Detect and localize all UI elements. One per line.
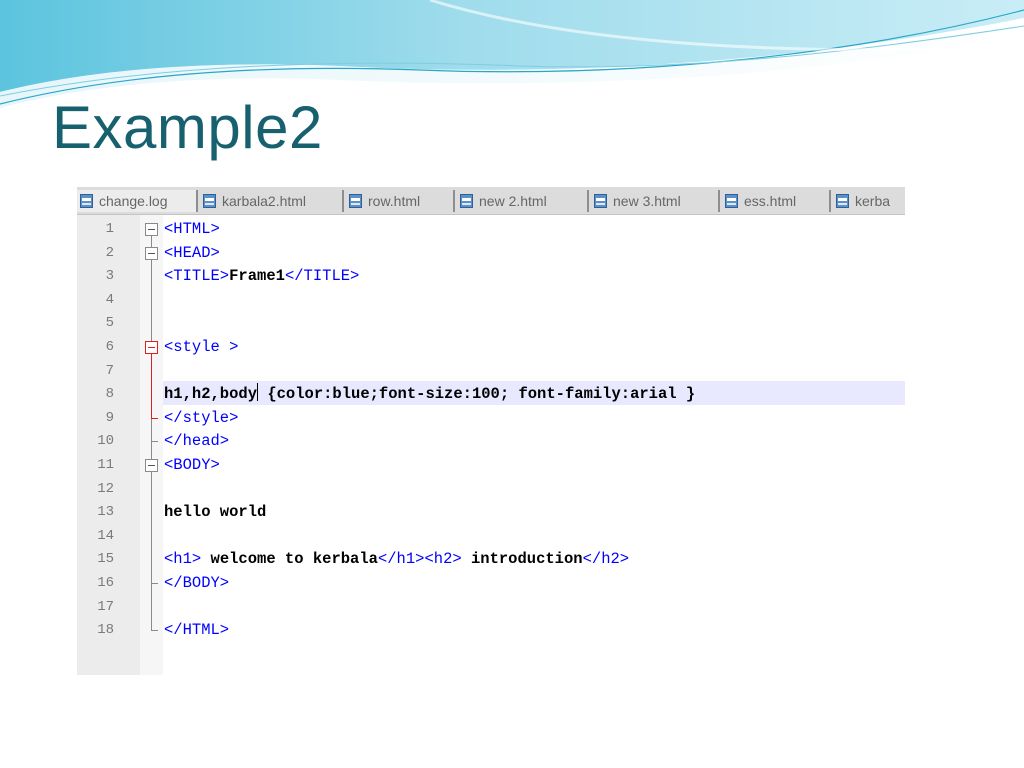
line-number: 7: [105, 362, 114, 379]
code-text: </style>: [164, 406, 238, 430]
code-text: <BODY>: [164, 453, 220, 477]
code-line[interactable]: 4: [77, 288, 905, 312]
file-icon: [460, 194, 473, 208]
tab-label: new 3.html: [613, 193, 681, 209]
line-number: 8: [105, 386, 114, 403]
code-line[interactable]: 7: [77, 359, 905, 383]
code-line[interactable]: 17: [77, 595, 905, 619]
editor-tab[interactable]: kerba: [833, 190, 905, 212]
code-token-tag: <h1>: [164, 550, 202, 569]
file-icon: [203, 194, 216, 208]
code-line[interactable]: 6 <style >: [77, 335, 905, 359]
code-line[interactable]: 12: [77, 477, 905, 501]
editor-tab[interactable]: ess.html: [722, 190, 831, 212]
tab-label: ess.html: [744, 193, 797, 209]
code-token-tag: <HEAD>: [164, 243, 220, 262]
line-number: 2: [105, 244, 114, 261]
file-icon: [80, 194, 93, 208]
line-number: 13: [97, 504, 114, 521]
code-token-text: introduction: [461, 550, 583, 569]
code-token-tag: <TITLE>: [164, 267, 230, 286]
code-token-tag: </BODY>: [164, 574, 230, 592]
file-icon: [594, 194, 607, 208]
code-text: <style >: [164, 335, 238, 359]
line-number: 15: [97, 551, 114, 568]
code-token-text: Frame1: [229, 267, 285, 286]
code-line[interactable]: 11 <BODY>: [77, 453, 905, 477]
code-text: <HTML>: [164, 217, 220, 241]
code-text: </HTML>: [164, 618, 229, 642]
code-editor: change.log karbala2.html row.html new 2.htm…: [77, 187, 905, 675]
code-text: <TITLE>Frame1</TITLE>: [164, 264, 359, 288]
editor-tab[interactable]: new 2.html: [457, 190, 589, 212]
tab-label: change.log: [99, 193, 168, 209]
code-line[interactable]: 18 </HTML>: [77, 618, 905, 642]
editor-tab[interactable]: change.log: [77, 190, 198, 212]
tab-label: row.html: [368, 193, 421, 209]
code-text: <HEAD>: [164, 241, 220, 265]
code-token-tag: </HTML>: [164, 621, 230, 640]
code-token-tag: </h1><h2>: [377, 550, 462, 569]
line-number: 12: [97, 480, 114, 497]
code-line[interactable]: 14: [77, 524, 905, 548]
code-line[interactable]: 8 h1,h2,body {color:blue;font-size:100; f…: [77, 382, 905, 406]
tab-label: karbala2.html: [222, 193, 307, 209]
line-number: 18: [97, 622, 114, 639]
editor-tab[interactable]: row.html: [346, 190, 455, 212]
code-token-tag: </head>: [164, 432, 230, 451]
tab-label: kerba: [855, 193, 891, 209]
code-token-tag: </style>: [164, 408, 239, 427]
line-number: 17: [97, 598, 114, 615]
code-line[interactable]: 3 <TITLE>Frame1</TITLE>: [77, 264, 905, 288]
code-line[interactable]: 10 </head>: [77, 429, 905, 453]
code-line[interactable]: 15 <h1> welcome to kerbala</h1><h2> intro…: [77, 547, 905, 571]
code-line[interactable]: 1 <HTML>: [77, 217, 905, 241]
line-number: 6: [105, 339, 114, 355]
line-number: 1: [105, 221, 114, 237]
editor-tab-bar: change.log karbala2.html row.html new 2.htm…: [77, 187, 905, 215]
code-token-tag: <HTML>: [164, 220, 220, 238]
code-token-text: welcome to kerbala: [201, 550, 378, 569]
code-token-tag: </h2>: [582, 550, 630, 569]
code-line[interactable]: 16 </BODY>: [77, 571, 905, 595]
code-token-text: {color:blue;font-size:100; font-family:a…: [258, 385, 696, 404]
line-number: 9: [105, 409, 114, 426]
code-text: h1,h2,body {color:blue;font-size:100; fo…: [164, 382, 695, 406]
line-number: 10: [97, 433, 114, 450]
line-number: 4: [105, 291, 114, 308]
code-text: </head>: [164, 429, 229, 453]
code-token-text: h1,h2,body: [164, 385, 258, 404]
file-icon: [725, 194, 738, 208]
code-text: <h1> welcome to kerbala</h1><h2> introdu…: [164, 547, 629, 571]
editor-tab[interactable]: new 3.html: [591, 190, 720, 212]
tab-label: new 2.html: [479, 193, 547, 209]
code-line[interactable]: 13 hello world: [77, 500, 905, 524]
file-icon: [836, 194, 849, 208]
line-number: 11: [97, 457, 114, 473]
code-token-tag: <style >: [164, 338, 239, 356]
file-icon: [349, 194, 362, 208]
line-number: 16: [97, 575, 114, 591]
slide-title: Example2: [52, 94, 323, 161]
code-token-tag: </TITLE>: [284, 267, 360, 286]
line-number: 5: [105, 315, 114, 332]
line-number: 14: [97, 527, 114, 544]
editor-tab[interactable]: karbala2.html: [200, 190, 344, 212]
line-number: 3: [105, 268, 114, 285]
code-token-text: hello world: [164, 503, 267, 522]
code-text: hello world: [164, 500, 266, 524]
code-line[interactable]: 5: [77, 311, 905, 335]
code-text: </BODY>: [164, 571, 229, 595]
code-line[interactable]: 9 </style>: [77, 406, 905, 430]
code-line[interactable]: 2 <HEAD>: [77, 241, 905, 265]
code-token-tag: <BODY>: [164, 456, 220, 474]
